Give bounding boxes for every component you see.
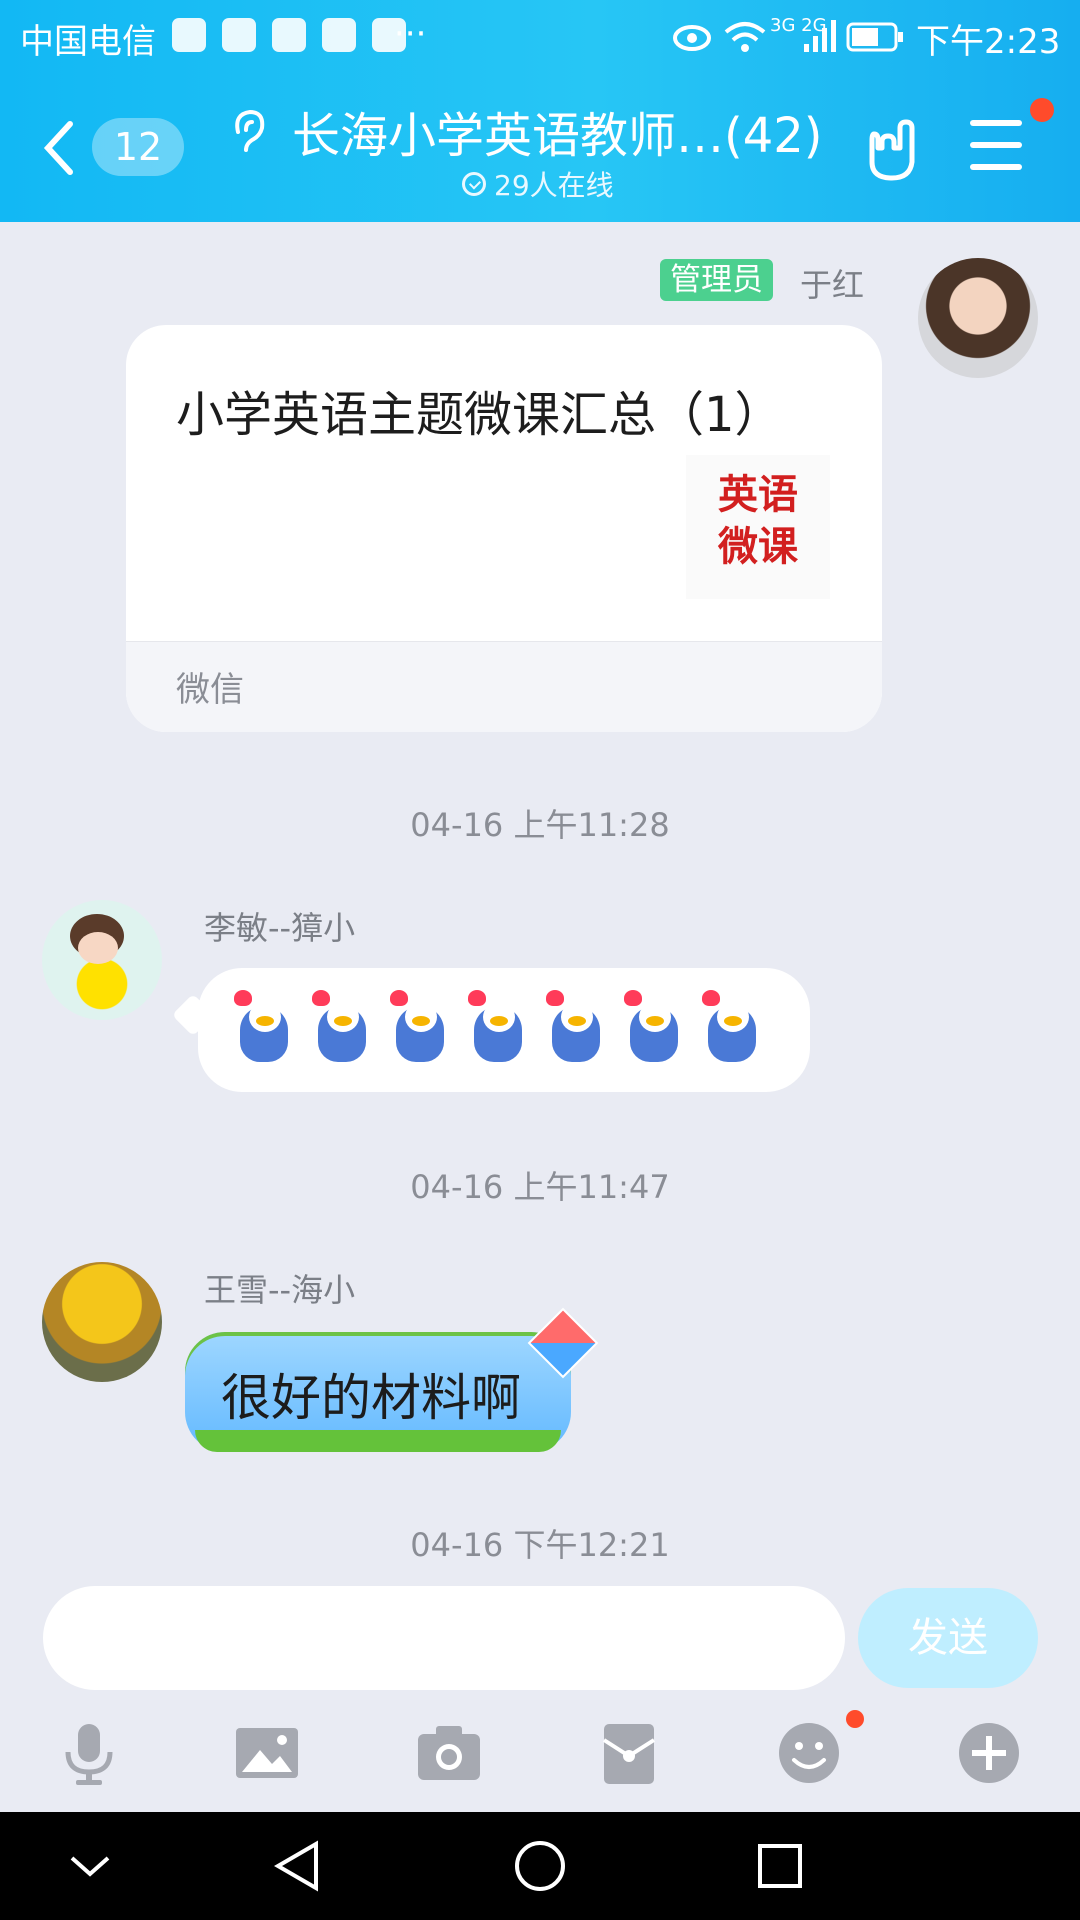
- storage-icon: [322, 18, 356, 52]
- avatar[interactable]: [42, 900, 162, 1020]
- notification-icons: [172, 18, 406, 52]
- shared-link-card[interactable]: 小学英语主题微课汇总（1） 英语 微课 微信: [126, 325, 882, 732]
- penguin-emoji-icon: [624, 990, 684, 1064]
- emoji-icon[interactable]: [774, 1718, 844, 1788]
- sender-name: 于红: [800, 266, 865, 304]
- timestamp: 04-16 上午11:47: [410, 1168, 670, 1206]
- plus-icon[interactable]: [954, 1718, 1024, 1788]
- shield-icon: [172, 18, 206, 52]
- notification-dot: [1030, 98, 1054, 122]
- avatar-face: [78, 932, 118, 964]
- penguin-emoji-icon: [390, 990, 450, 1064]
- eye-icon: [673, 25, 711, 51]
- send-button[interactable]: 发送: [858, 1588, 1038, 1688]
- message-text: 很好的材料啊: [221, 1369, 521, 1427]
- penguin-emoji-icon: [546, 990, 606, 1064]
- battery-icon: [846, 22, 903, 52]
- gesture-hand-icon[interactable]: [864, 118, 920, 182]
- home-icon[interactable]: [512, 1838, 568, 1894]
- unread-badge[interactable]: 12: [92, 118, 184, 176]
- notification-dot: [846, 1710, 864, 1728]
- message-input[interactable]: [43, 1586, 845, 1690]
- penguin-emoji-icon: [702, 990, 762, 1064]
- card-title: 小学英语主题微课汇总（1）: [176, 387, 783, 443]
- timestamp: 04-16 下午12:21: [410, 1526, 670, 1564]
- qq-icon: [222, 18, 256, 52]
- carrier-label: 中国电信: [20, 22, 156, 62]
- emoji-row: [234, 990, 762, 1064]
- wifi-icon: [724, 22, 766, 52]
- chat-header: 中国电信 ··· 3G 2G 下午2:23 12 长海小学英语教师…(42) 2…: [0, 0, 1080, 222]
- penguin-emoji-icon: [312, 990, 372, 1064]
- clock: 下午2:23: [916, 22, 1061, 62]
- card-thumbnail: 英语 微课: [686, 455, 830, 599]
- emoji-message-bubble[interactable]: [198, 968, 810, 1092]
- avatar[interactable]: [918, 258, 1038, 378]
- back-nav-icon[interactable]: [270, 1838, 326, 1894]
- collapse-icon[interactable]: [62, 1838, 118, 1894]
- thumb-line2: 微课: [718, 524, 798, 570]
- penguin-emoji-icon: [234, 990, 294, 1064]
- image-icon[interactable]: [232, 1718, 302, 1788]
- admin-tag: 管理员: [660, 259, 773, 301]
- signal-icon: [804, 20, 836, 52]
- browser-icon: [272, 18, 306, 52]
- menu-icon[interactable]: [970, 120, 1022, 170]
- card-footer: 微信: [126, 641, 882, 732]
- avatar[interactable]: [42, 1262, 162, 1382]
- timestamp: 04-16 上午11:28: [410, 806, 670, 844]
- online-status: 29人在线: [462, 164, 614, 204]
- group-title[interactable]: 长海小学英语教师…(42): [292, 96, 823, 166]
- sender-name: 李敏--獐小: [204, 909, 356, 947]
- card-source: 微信: [176, 670, 244, 710]
- penguin-emoji-icon: [468, 990, 528, 1064]
- thumb-line1: 英语: [718, 472, 798, 518]
- microphone-icon[interactable]: [54, 1718, 124, 1788]
- overflow-indicator: ···: [394, 14, 427, 54]
- camera-icon[interactable]: [414, 1718, 484, 1788]
- recents-icon[interactable]: [752, 1838, 808, 1894]
- back-icon[interactable]: [40, 118, 80, 178]
- bubble-decoration: [195, 1430, 561, 1452]
- chevron-down-icon: [462, 172, 486, 196]
- red-packet-icon[interactable]: [594, 1718, 664, 1788]
- status-bar: 中国电信 ··· 3G 2G 下午2:23: [0, 0, 1080, 74]
- ear-icon[interactable]: [228, 106, 268, 154]
- system-nav-bar: [0, 1812, 1080, 1920]
- sender-name: 王雪--海小: [204, 1271, 356, 1309]
- online-count: 29人在线: [494, 169, 614, 202]
- input-toolbar: [0, 1708, 1080, 1810]
